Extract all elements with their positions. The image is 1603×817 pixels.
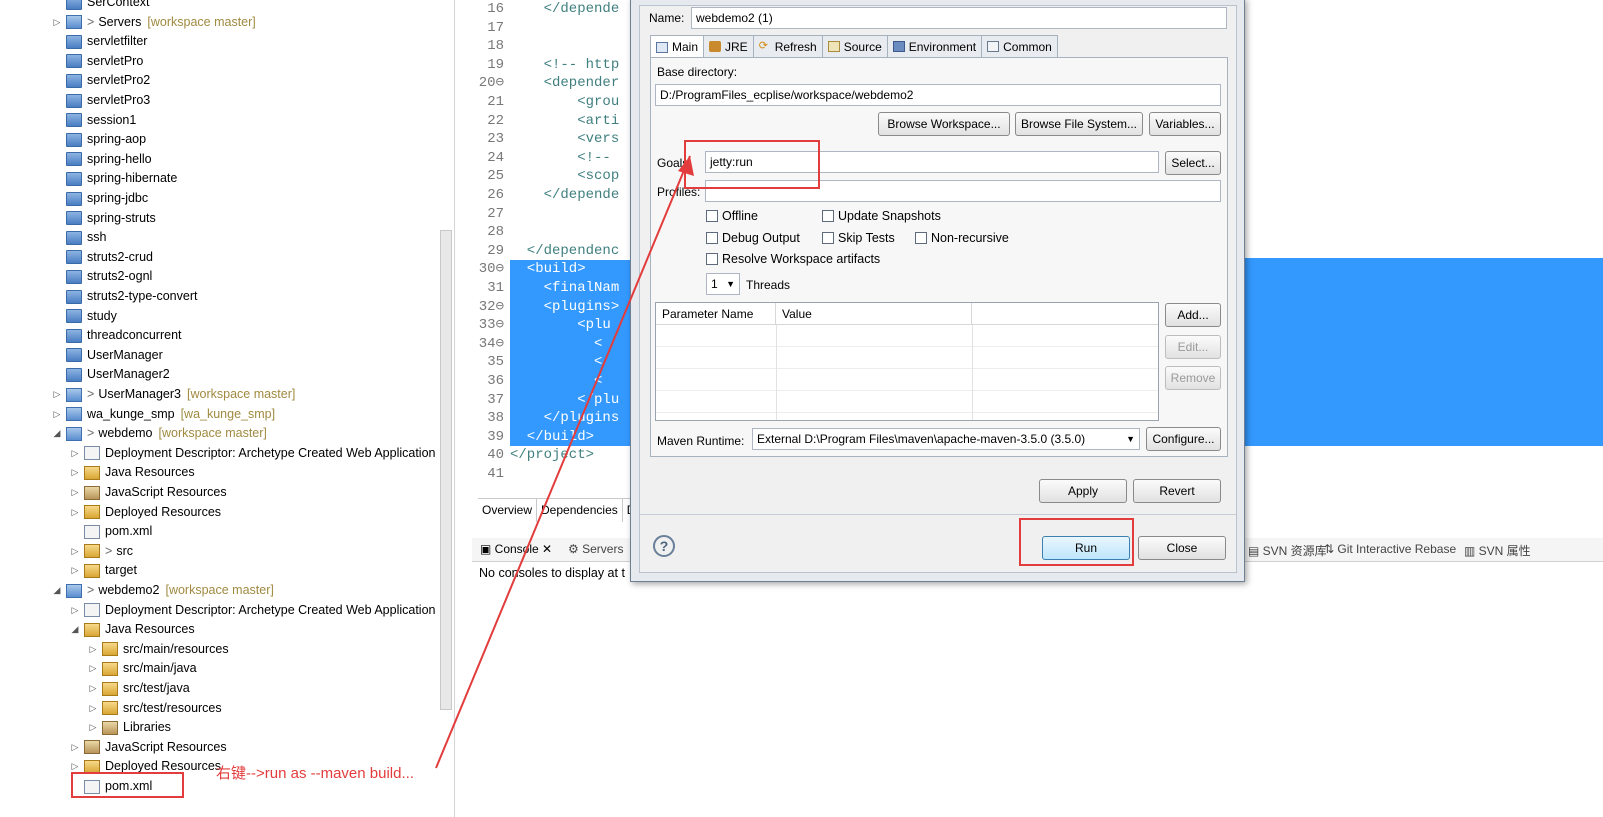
annotation-arrow xyxy=(435,155,694,769)
annotation-text: 右键-->run as --maven build... xyxy=(216,765,414,782)
